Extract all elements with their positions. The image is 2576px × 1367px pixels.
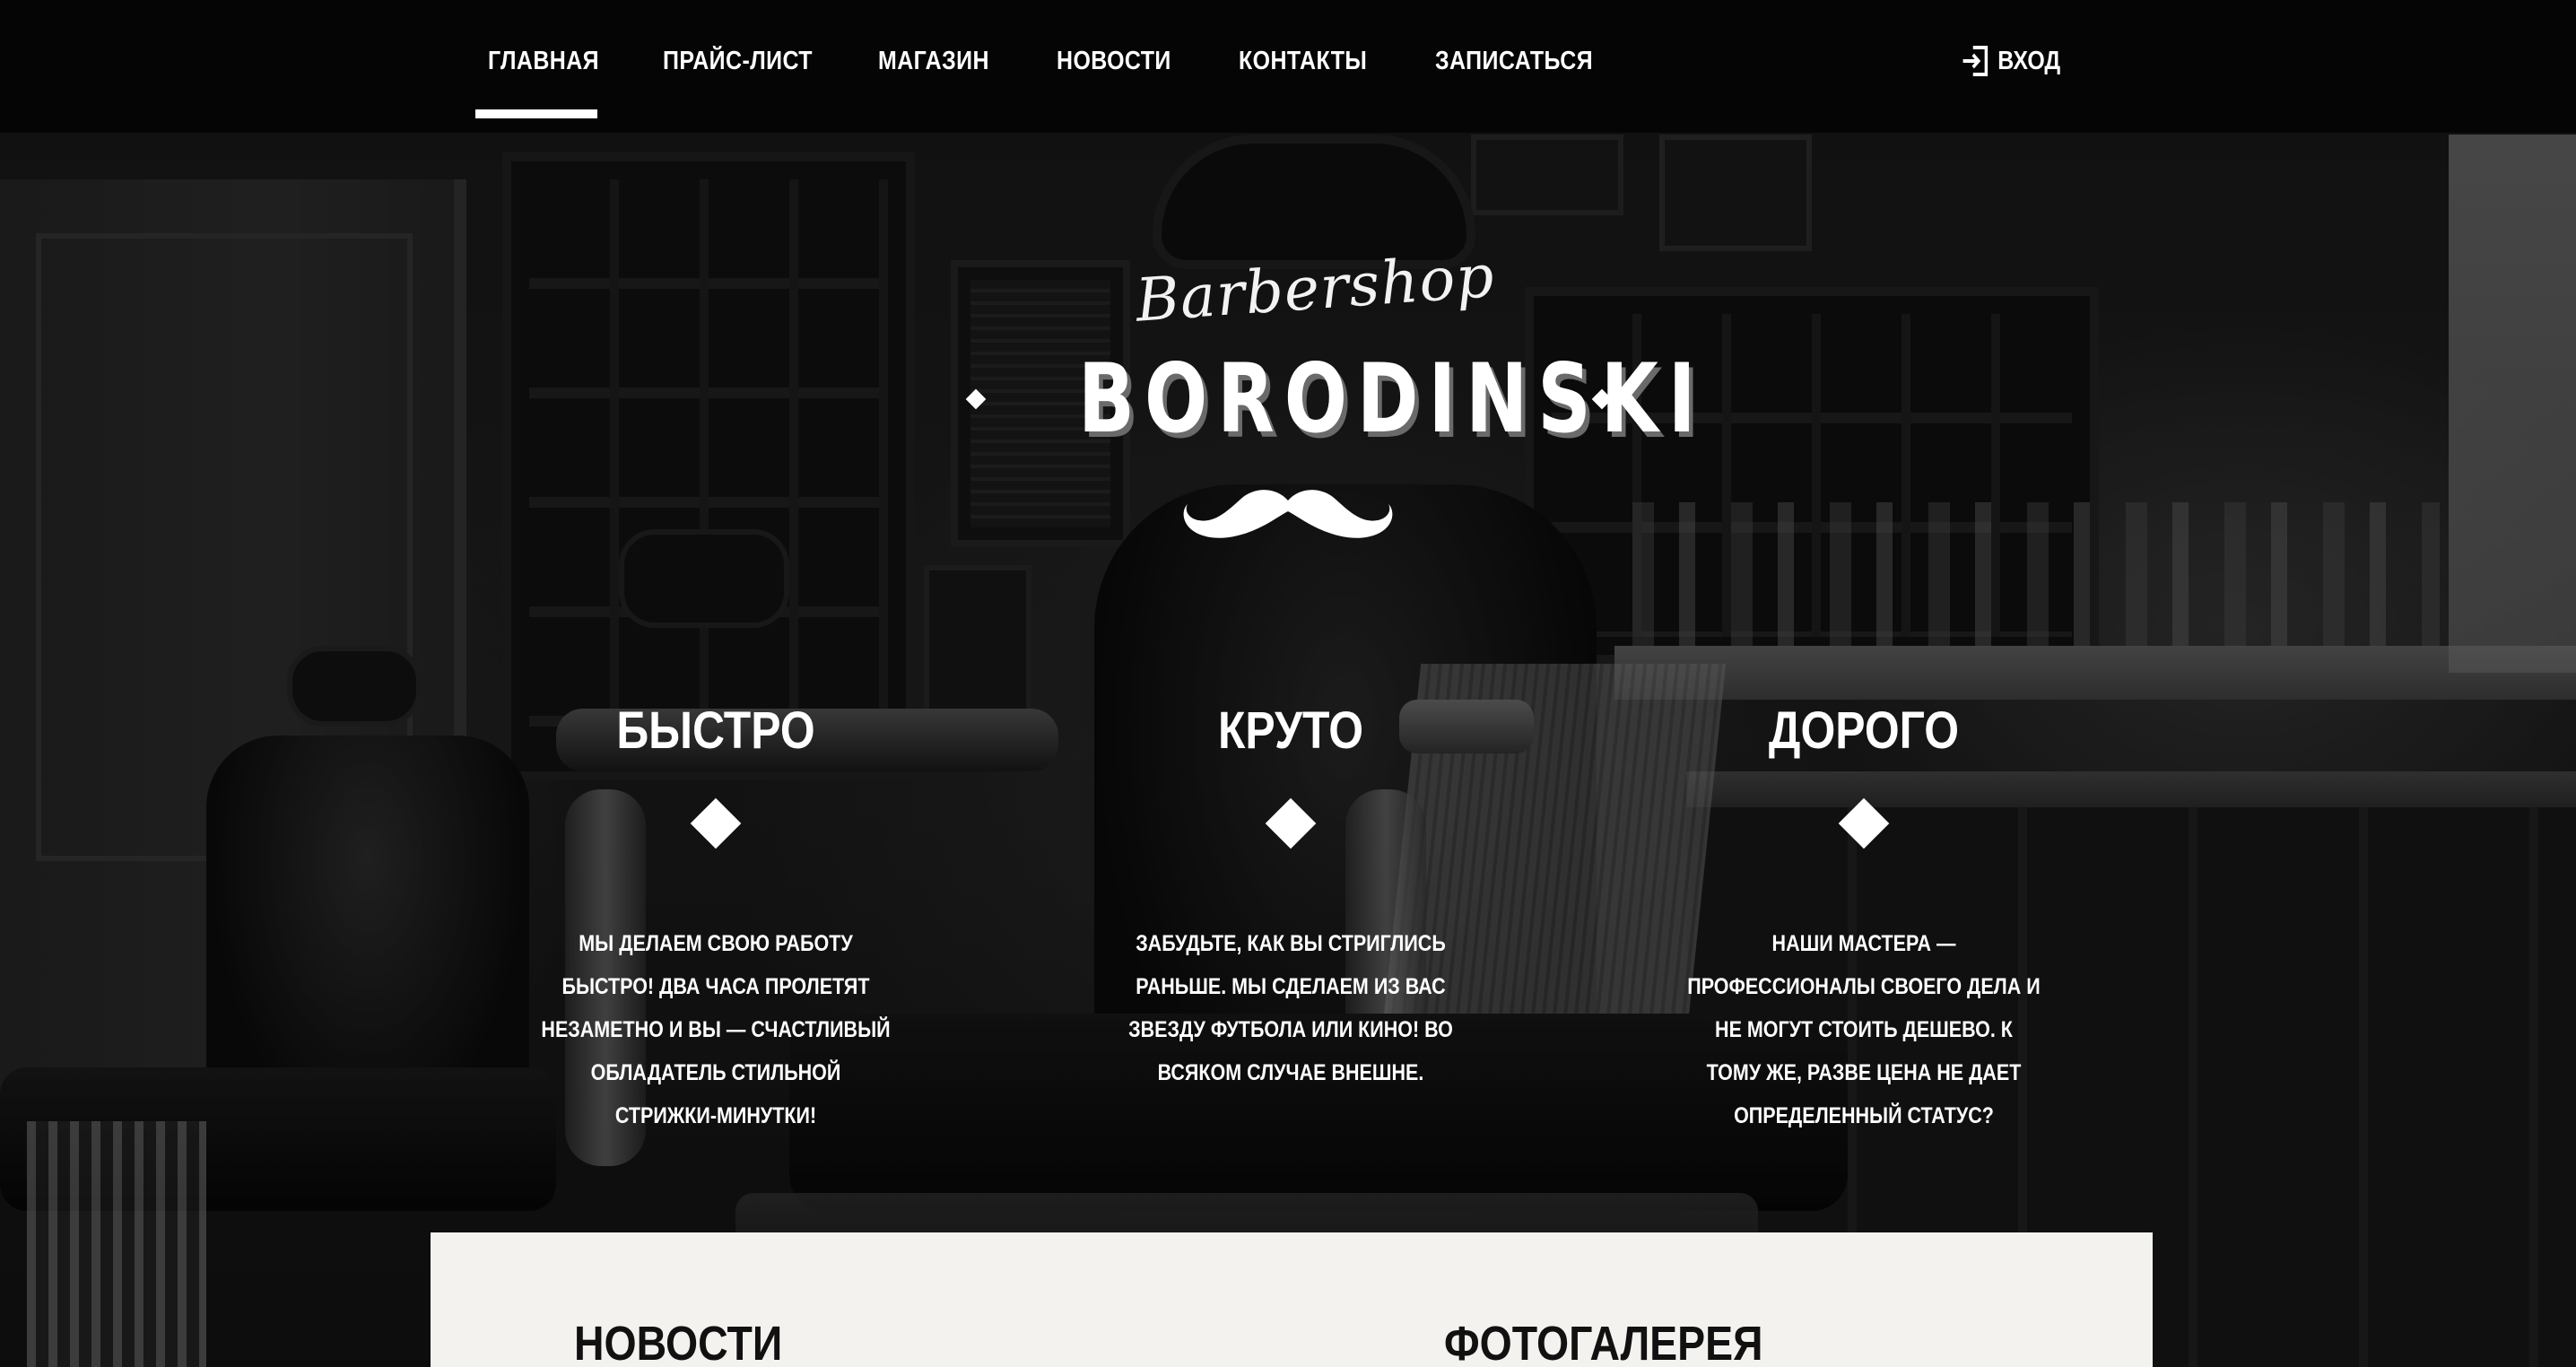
diamond-icon bbox=[1838, 797, 1890, 849]
feature-text: Забудьте, как вы стриглись раньше. Мы сд… bbox=[1128, 931, 1453, 1085]
nav-item-signup[interactable]: ЗАПИСАТЬСЯ bbox=[1435, 0, 1593, 122]
feature-title: БЫСТРО bbox=[616, 701, 815, 760]
hero-overlay bbox=[0, 0, 2576, 1367]
hero-background-photo bbox=[0, 0, 2576, 1367]
feature-expensive: ДОРОГО Наши мастера — профессионалы свое… bbox=[1658, 700, 2070, 1137]
feature-fast: БЫСТРО Мы делаем свою работу быстро! Два… bbox=[509, 700, 922, 1137]
main-nav: ГЛАВНАЯ ПРАЙС-ЛИСТ МАГАЗИН НОВОСТИ КОНТА… bbox=[0, 0, 2576, 133]
nav-item-price-list[interactable]: ПРАЙС-ЛИСТ bbox=[663, 0, 813, 122]
nav-item-shop[interactable]: МАГАЗИН bbox=[878, 0, 989, 122]
feature-text: Мы делаем свою работу быстро! Два часа п… bbox=[541, 931, 891, 1128]
nav-item-home[interactable]: ГЛАВНАЯ bbox=[488, 0, 599, 122]
content-panel: НОВОСТИ ФОТОГАЛЕРЕЯ bbox=[431, 1232, 2153, 1367]
nav-item-contacts[interactable]: КОНТАКТЫ bbox=[1239, 0, 1367, 122]
feature-title: КРУТО bbox=[1217, 701, 1364, 760]
diamond-icon bbox=[1265, 797, 1317, 849]
gallery-heading: ФОТОГАЛЕРЕЯ bbox=[1444, 1317, 1763, 1367]
mustache-icon bbox=[1183, 490, 1393, 538]
logo-title: BORODINSKI bbox=[1078, 344, 1706, 454]
feature-title: ДОРОГО bbox=[1768, 701, 1960, 760]
login-icon bbox=[1961, 45, 1989, 77]
feature-text: Наши мастера — профессионалы своего дела… bbox=[1687, 931, 2041, 1128]
login-button[interactable]: ВХОД bbox=[1961, 0, 2060, 122]
news-heading: НОВОСТИ bbox=[574, 1317, 783, 1367]
diamond-icon bbox=[690, 797, 742, 849]
feature-cool: КРУТО Забудьте, как вы стриглись раньше.… bbox=[1084, 700, 1497, 1094]
nav-active-indicator bbox=[475, 109, 597, 118]
nav-item-news[interactable]: НОВОСТИ bbox=[1057, 0, 1171, 122]
login-label: ВХОД bbox=[1997, 47, 2061, 75]
